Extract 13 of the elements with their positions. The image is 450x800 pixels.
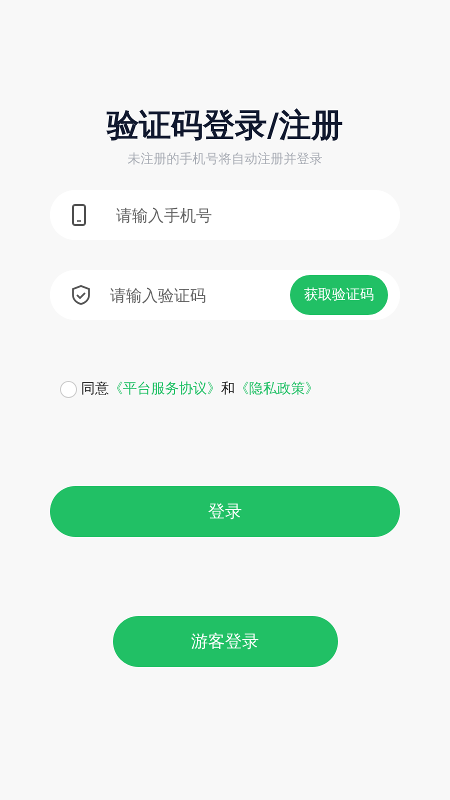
agree-label: 同意 — [81, 380, 109, 398]
page-title: 验证码登录/注册 — [105, 105, 344, 146]
phone-field[interactable]: 请输入手机号 — [50, 190, 400, 240]
service-agreement-link[interactable]: 《平台服务协议》 — [109, 380, 221, 398]
agree-checkbox[interactable] — [60, 380, 77, 398]
and-label: 和 — [221, 380, 235, 398]
login-button[interactable]: 登录 — [50, 486, 400, 537]
get-code-button[interactable]: 获取验证码 — [290, 275, 388, 315]
phone-icon — [72, 204, 86, 226]
subtitle: 未注册的手机号将自动注册并登录 — [126, 151, 324, 168]
privacy-policy-link[interactable]: 《隐私政策》 — [235, 380, 319, 398]
guest-login-button[interactable]: 游客登录 — [112, 616, 338, 667]
shield-check-icon — [72, 285, 90, 305]
